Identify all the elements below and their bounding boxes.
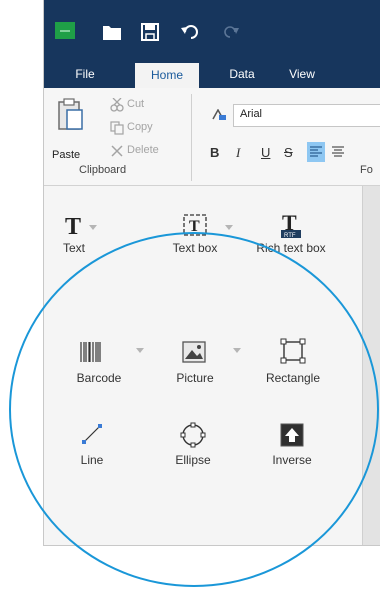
ribbon: Paste Cut Copy Delete Clipboard Arial B … <box>44 88 380 186</box>
copy-button: Copy <box>127 121 153 133</box>
clipboard-group-label: Clipboard <box>79 164 127 176</box>
objects-toolbox: T Text T Text box T RTF Rich text box Bar… <box>44 186 362 545</box>
font-group-label: Fo <box>360 164 373 176</box>
rich-text-box-icon: TRTF <box>281 211 301 239</box>
align-center-icon <box>332 146 344 157</box>
text-icon: T <box>65 214 81 238</box>
delete-button: Delete <box>127 144 159 156</box>
group-divider <box>191 94 192 181</box>
tool-label: Rectangle <box>265 371 321 385</box>
redo-icon <box>223 26 239 44</box>
align-left-button[interactable] <box>307 142 325 162</box>
tab-view[interactable]: View <box>279 60 325 88</box>
app-logo-icon[interactable] <box>55 22 75 39</box>
paste-button[interactable]: Paste <box>52 149 80 161</box>
inverse-icon <box>280 423 304 447</box>
align-center-button[interactable] <box>329 142 347 167</box>
italic-button[interactable]: I <box>236 145 240 161</box>
barcode-icon <box>80 342 101 362</box>
panel-scrollbar[interactable] <box>362 186 380 545</box>
svg-text:T: T <box>189 218 200 235</box>
save-icon[interactable] <box>141 23 159 46</box>
text-dropdown-arrow[interactable] <box>89 225 97 230</box>
bold-button[interactable]: B <box>210 145 219 160</box>
svg-text:T: T <box>65 214 81 238</box>
strikethrough-button[interactable]: S <box>284 145 293 160</box>
text-box-icon: T <box>183 214 207 236</box>
tool-label: Rich text box <box>256 241 326 255</box>
line-icon <box>82 424 102 444</box>
font-family-select[interactable]: Arial <box>233 104 380 127</box>
app-window: File Home Data View Paste Cut Copy Delet… <box>43 0 380 546</box>
paste-icon[interactable] <box>56 98 84 137</box>
tab-file[interactable]: File <box>65 60 105 88</box>
ellipse-icon <box>180 422 206 448</box>
font-color-icon[interactable] <box>211 108 227 126</box>
tool-label: Inverse <box>272 453 312 467</box>
align-left-icon <box>310 146 322 157</box>
barcode-dropdown-arrow[interactable] <box>136 348 144 353</box>
delete-icon <box>110 144 124 163</box>
copy-icon <box>110 121 124 140</box>
tool-label: Picture <box>176 371 214 385</box>
rectangle-icon <box>280 338 306 364</box>
tool-label: Text <box>62 241 85 255</box>
tab-data[interactable]: Data <box>220 60 264 88</box>
tool-label: Barcode <box>76 371 122 385</box>
cut-icon <box>110 97 124 117</box>
folder-open-icon[interactable] <box>103 25 122 45</box>
picture-dropdown-arrow[interactable] <box>233 348 241 353</box>
ribbon-tabs: File Home Data View <box>44 60 380 88</box>
cut-button: Cut <box>127 98 145 110</box>
tool-label: Text box <box>172 241 218 255</box>
font-family-value: Arial <box>240 108 263 120</box>
tool-label: Line <box>80 453 104 467</box>
tool-label: Ellipse <box>175 453 211 467</box>
underline-button[interactable]: U <box>261 145 270 160</box>
picture-icon <box>182 341 206 363</box>
text-box-dropdown-arrow[interactable] <box>225 225 233 230</box>
undo-icon[interactable] <box>181 25 199 45</box>
title-bar <box>44 0 380 60</box>
tab-home[interactable]: Home <box>135 63 199 88</box>
